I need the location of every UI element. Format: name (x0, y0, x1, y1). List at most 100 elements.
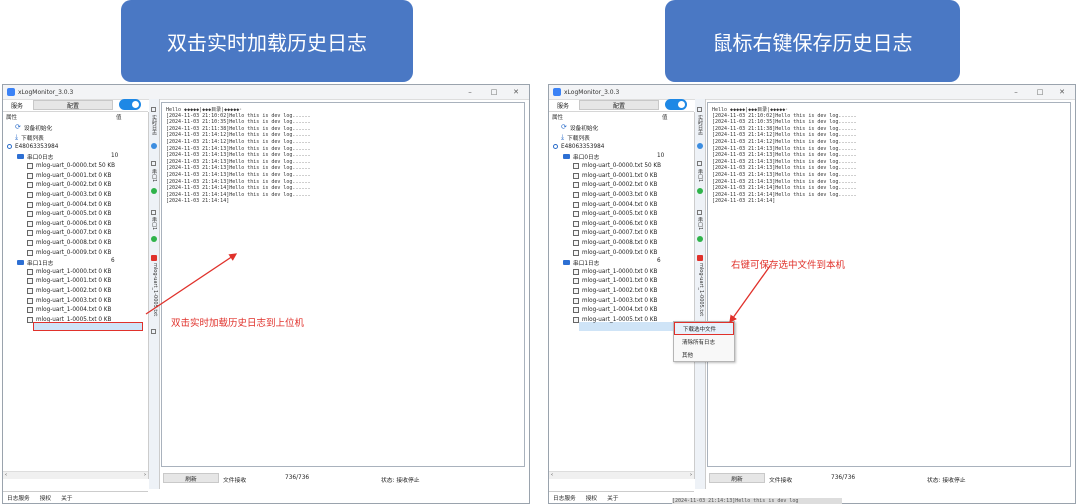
tree-file-uart1[interactable]: mlog-uart_1-0001.txt 0 KB (27, 277, 111, 287)
tree-file-uart1[interactable]: mlog-uart_1-0003.txt 0 KB (573, 296, 657, 306)
uart0-status-icon[interactable] (151, 236, 157, 242)
tree-file-uart0[interactable]: mlog-uart_0-0001.txt 0 KB (27, 171, 111, 181)
tree-file-uart0[interactable]: mlog-uart_0-0001.txt 0 KB (573, 171, 657, 181)
tab-about[interactable]: 关于 (61, 493, 72, 502)
scroll-left-icon[interactable]: ‹ (551, 472, 553, 478)
tree-file-uart0[interactable]: mlog-uart_0-0002.txt 0 KB (27, 181, 111, 191)
tree-file-uart0[interactable]: mlog-uart_0-0009.txt 0 KB (573, 248, 657, 258)
scroll-right-icon[interactable]: › (690, 472, 692, 478)
tree-device-init[interactable]: ⟳ 设备初始化 (561, 123, 598, 133)
tab-config[interactable]: 配置 (579, 100, 659, 110)
tree-device[interactable]: E48063353984 (553, 142, 604, 152)
tab-checkbox-icon[interactable] (151, 107, 156, 112)
connection-toggle[interactable] (665, 99, 687, 110)
scroll-left-icon[interactable]: ‹ (5, 472, 7, 478)
maximize-button[interactable]: □ (1029, 85, 1051, 99)
tab-service[interactable]: 服务 (5, 100, 29, 110)
tree-device-init[interactable]: ⟳ 设备初始化 (15, 123, 52, 133)
vtab-uart1[interactable]: 串口1 (696, 169, 704, 182)
tab-service[interactable]: 服务 (551, 100, 575, 110)
status-bar: 刷新 文件接收 736/736 状态: 接收停止 (707, 471, 1069, 485)
horizontal-scrollbar[interactable]: ‹ › (3, 471, 148, 479)
vtab-uart0[interactable]: 串口1 (150, 217, 158, 230)
vtab-file[interactable]: mlog-uart_1-0005.txt (150, 263, 158, 316)
tree-file-uart0[interactable]: mlog-uart_0-0006.txt 0 KB (27, 219, 111, 229)
maximize-button[interactable]: □ (483, 85, 505, 99)
tab-license[interactable]: 授权 (40, 493, 51, 502)
tree-group-uart0[interactable]: 串口0日志 (17, 152, 53, 162)
tree-file-uart0[interactable]: mlog-uart_0-0004.txt 0 KB (573, 200, 657, 210)
tree-group-uart1[interactable]: 串口1日志 (17, 257, 53, 267)
log-viewer[interactable]: Hello ◆◆◆◆◆|◆◆◆目录|◆◆◆◆◆· [2024-11-03 21:1… (161, 102, 525, 467)
uart1-status-icon[interactable] (697, 188, 703, 194)
tree-file-uart1[interactable]: mlog-uart_1-0002.txt 0 KB (27, 286, 111, 296)
tree-file-uart0[interactable]: mlog-uart_0-0007.txt 0 KB (27, 229, 111, 239)
tree-group-uart1[interactable]: 串口1日志 (563, 257, 599, 267)
tab-checkbox-icon[interactable] (697, 210, 702, 215)
tree-file-uart0[interactable]: mlog-uart_0-0005.txt 0 KB (27, 209, 111, 219)
tree-file-uart1[interactable]: mlog-uart_1-0003.txt 0 KB (27, 296, 111, 306)
vtab-uart1[interactable]: 串口1 (150, 169, 158, 182)
tab-checkbox-icon[interactable] (151, 210, 156, 215)
menu-item-download-selected[interactable]: 下载选中文件 (674, 322, 734, 335)
tab-checkbox-icon[interactable] (151, 329, 156, 334)
realtime-status-icon[interactable] (697, 143, 703, 149)
tree-file-uart0[interactable]: mlog-uart_0-0006.txt 0 KB (573, 219, 657, 229)
tree-file-uart1[interactable]: mlog-uart_1-0004.txt 0 KB (573, 305, 657, 315)
tree-file-uart0[interactable]: mlog-uart_0-0000.txt 50 KB (573, 161, 661, 171)
vtab-realtime[interactable]: 实时日志 (696, 115, 704, 135)
tree-file-uart0[interactable]: mlog-uart_0-0005.txt 0 KB (573, 209, 657, 219)
refresh-button[interactable]: 刷新 (709, 473, 765, 483)
file-icon (27, 201, 33, 208)
refresh-button[interactable]: 刷新 (163, 473, 219, 483)
log-line: [2024-11-03 21:14:14] (712, 198, 776, 205)
tree-group-uart0[interactable]: 串口0日志 (563, 152, 599, 162)
tree-device[interactable]: E48063353984 (7, 142, 58, 152)
menu-item-other[interactable]: 其他 (674, 348, 734, 361)
tree-header: 属性 值 (549, 112, 694, 122)
scroll-right-icon[interactable]: › (144, 472, 146, 478)
minimize-button[interactable]: – (459, 85, 481, 99)
tab-checkbox-icon[interactable] (151, 161, 156, 166)
vtab-file[interactable]: mlog-uart_1-0005.txt (696, 263, 704, 316)
tree-file-uart1[interactable]: mlog-uart_1-0000.txt 0 KB (573, 267, 657, 277)
uart0-status-icon[interactable] (697, 236, 703, 242)
tree-download-list[interactable]: ⤓ 下载列表 (561, 133, 590, 143)
tab-checkbox-icon[interactable] (697, 107, 702, 112)
minimize-button[interactable]: – (1005, 85, 1027, 99)
tree-file-uart1[interactable]: mlog-uart_1-0001.txt 0 KB (573, 277, 657, 287)
tree-file-uart0[interactable]: mlog-uart_0-0004.txt 0 KB (27, 200, 111, 210)
uart1-status-icon[interactable] (151, 188, 157, 194)
tree-file-uart1[interactable]: mlog-uart_1-0000.txt 0 KB (27, 267, 111, 277)
close-button[interactable]: ✕ (505, 85, 527, 99)
close-tab-icon[interactable] (151, 255, 157, 261)
tree-file-uart0[interactable]: mlog-uart_0-0002.txt 0 KB (573, 181, 657, 191)
tree-file-uart0[interactable]: mlog-uart_0-0003.txt 0 KB (27, 190, 111, 200)
tree-file-uart0[interactable]: mlog-uart_0-0003.txt 0 KB (573, 190, 657, 200)
tree-file-uart1[interactable]: mlog-uart_1-0002.txt 0 KB (573, 286, 657, 296)
tree-group-uart1-label: 串口1日志 (573, 260, 600, 267)
horizontal-scrollbar[interactable]: ‹ › (549, 471, 694, 479)
tab-log-service[interactable]: 日志服务 (553, 493, 576, 502)
tree-file-uart0[interactable]: mlog-uart_0-0008.txt 0 KB (27, 238, 111, 248)
tree-file-uart0[interactable]: mlog-uart_0-0009.txt 0 KB (27, 248, 111, 258)
tree-file-uart0[interactable]: mlog-uart_0-0000.txt 50 KB (27, 161, 115, 171)
tab-about[interactable]: 关于 (607, 493, 618, 502)
tree-file-uart1[interactable]: mlog-uart_1-0005.txt 0 KB (573, 315, 657, 325)
tree-download-list[interactable]: ⤓ 下载列表 (15, 133, 44, 143)
log-viewer[interactable]: Hello ◆◆◆◆◆|◆◆◆目录|◆◆◆◆◆· [2024-11-03 21:1… (707, 102, 1071, 467)
tree-file-uart0[interactable]: mlog-uart_0-0007.txt 0 KB (573, 229, 657, 239)
tab-license[interactable]: 授权 (586, 493, 597, 502)
tab-log-service[interactable]: 日志服务 (7, 493, 30, 502)
tree-file-uart0[interactable]: mlog-uart_0-0008.txt 0 KB (573, 238, 657, 248)
realtime-status-icon[interactable] (151, 143, 157, 149)
tree-file-uart1[interactable]: mlog-uart_1-0004.txt 0 KB (27, 305, 111, 315)
vtab-realtime[interactable]: 实时日志 (150, 115, 158, 135)
menu-item-clear-logs[interactable]: 清除所有日志 (674, 335, 734, 348)
close-tab-icon[interactable] (697, 255, 703, 261)
vtab-uart0[interactable]: 串口1 (696, 217, 704, 230)
connection-toggle[interactable] (119, 99, 141, 110)
close-button[interactable]: ✕ (1051, 85, 1073, 99)
tab-config[interactable]: 配置 (33, 100, 113, 110)
tab-checkbox-icon[interactable] (697, 161, 702, 166)
